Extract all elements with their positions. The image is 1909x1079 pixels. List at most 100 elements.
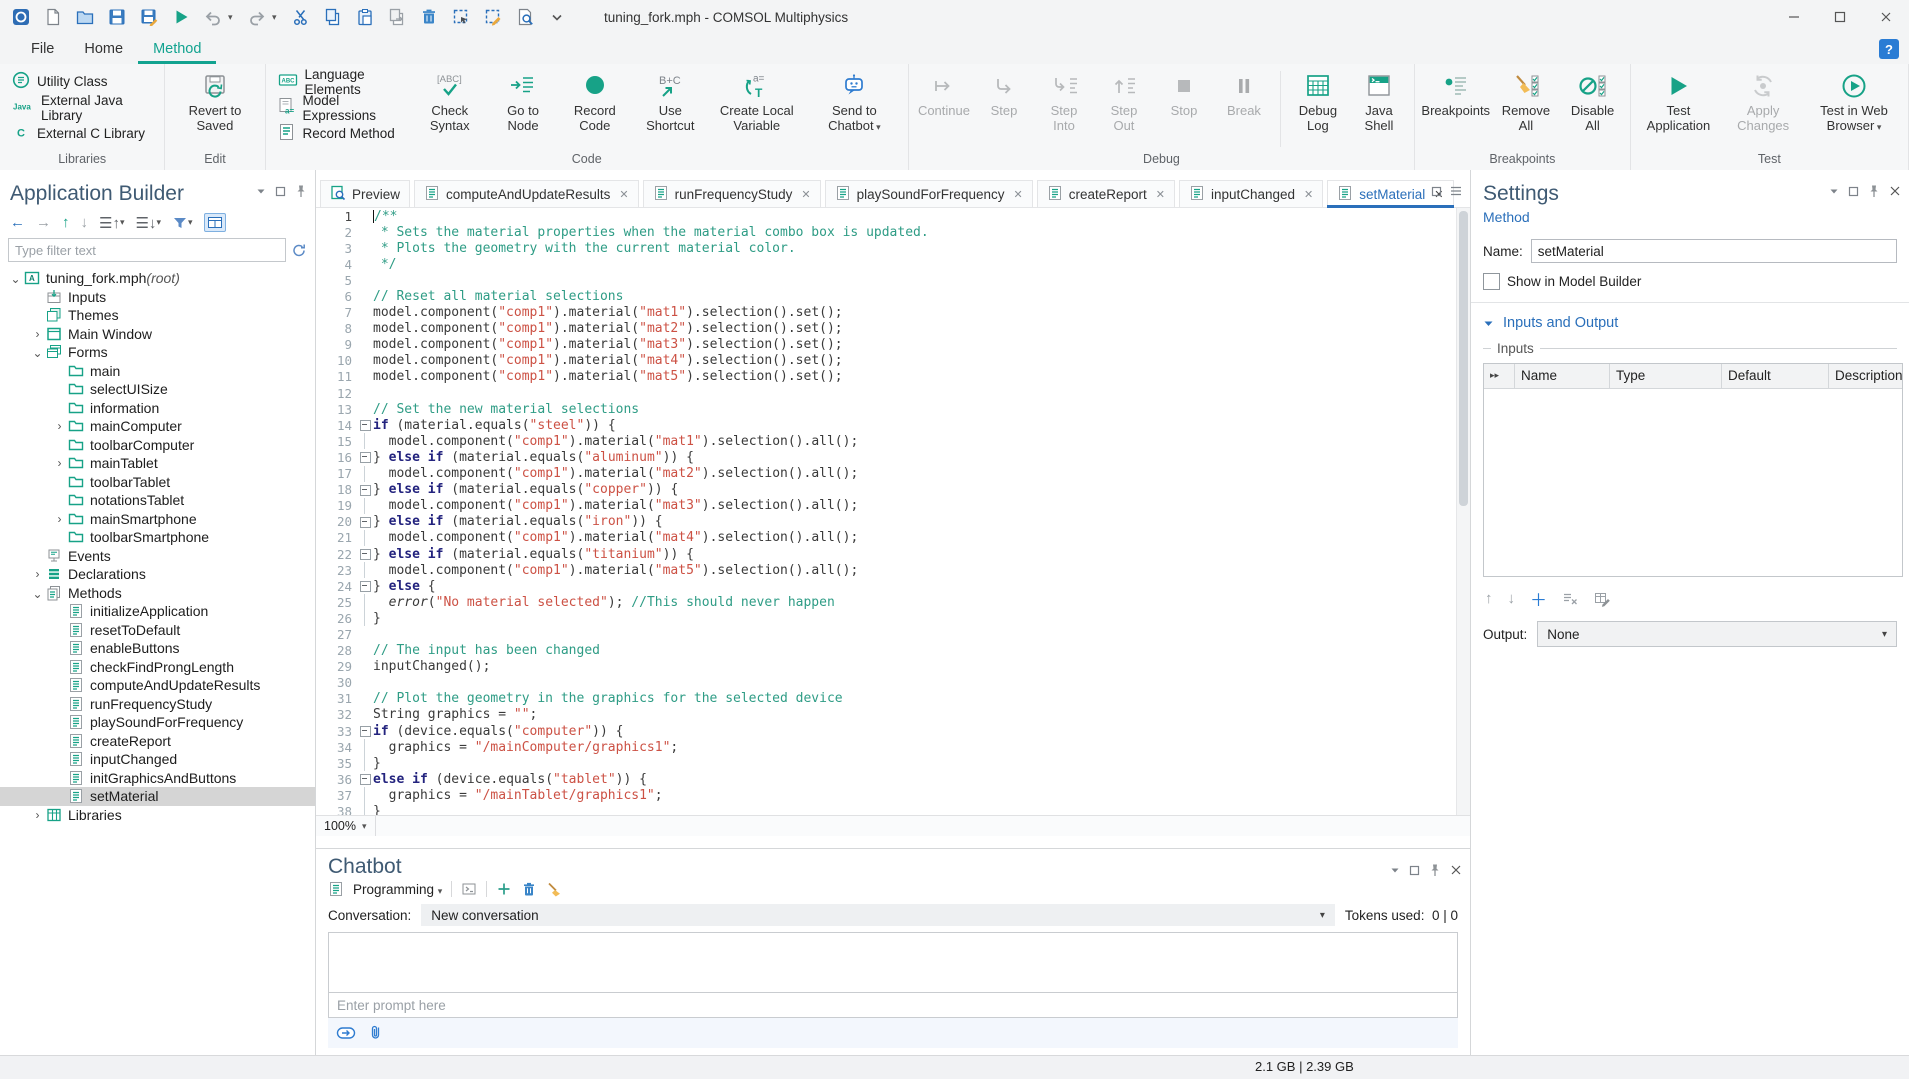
move-down-button[interactable]: ↓ — [81, 214, 89, 231]
save-as-icon[interactable] — [136, 4, 162, 30]
select-region-icon[interactable] — [448, 4, 474, 30]
tree-item-maincomputer[interactable]: ›mainComputer — [0, 417, 315, 436]
tree-item-declarations[interactable]: ›Declarations — [0, 565, 315, 584]
redo-dropdown-icon[interactable]: ▾ — [272, 12, 282, 23]
language-elements-button[interactable]: ABCLanguage Elements — [273, 70, 409, 93]
cut-icon[interactable] — [288, 4, 314, 30]
add-input-button[interactable]: ＋ — [1530, 586, 1547, 611]
prompt-input[interactable] — [329, 998, 1457, 1013]
close-panel-icon[interactable] — [1450, 864, 1462, 876]
fold-toggle-icon[interactable] — [357, 514, 373, 530]
maximize-button[interactable] — [1817, 0, 1863, 34]
tree-item-methods[interactable]: ⌄Methods — [0, 584, 315, 603]
record-method-button[interactable]: Record Method — [273, 122, 409, 145]
tree-item-main[interactable]: main — [0, 362, 315, 381]
tree-item-toolbarsmartphone[interactable]: toolbarSmartphone — [0, 528, 315, 547]
expander-icon[interactable]: › — [52, 514, 67, 524]
new-conversation-icon[interactable] — [496, 881, 512, 897]
send-to-chatbot-button[interactable]: Send to Chatbot ▾ — [806, 67, 903, 135]
tree-item-themes[interactable]: Themes — [0, 306, 315, 325]
fold-toggle-icon[interactable] — [357, 449, 373, 465]
pin-panel-icon[interactable] — [1868, 184, 1880, 198]
close-button[interactable] — [1863, 0, 1909, 34]
tab-list-icon[interactable] — [1450, 185, 1462, 197]
tree-item-notationstablet[interactable]: notationsTablet — [0, 491, 315, 510]
ribbon-tab-method[interactable]: Method — [138, 38, 216, 64]
inputs-and-output-section-header[interactable]: Inputs and Output — [1483, 315, 1897, 331]
forward-button[interactable]: → — [36, 214, 51, 231]
filter-button[interactable]: ▾ — [172, 215, 193, 230]
delete-input-icon[interactable] — [1562, 591, 1579, 606]
method-name-input[interactable] — [1531, 239, 1897, 263]
paste-icon[interactable] — [352, 4, 378, 30]
column-header-name[interactable]: Name — [1515, 364, 1610, 388]
tree-item-forms[interactable]: ⌄Forms — [0, 343, 315, 362]
editor-tab-computeandupdateresults[interactable]: computeAndUpdateResults✕ — [414, 180, 639, 207]
move-down-button[interactable]: ↓ — [1508, 590, 1516, 607]
clear-conversation-icon[interactable] — [546, 881, 562, 897]
tree-item-inputs[interactable]: Inputs — [0, 288, 315, 307]
redo-icon[interactable] — [244, 4, 270, 30]
go-to-node-button[interactable]: Go to Node — [489, 67, 556, 133]
utility-class-button[interactable]: Utility Class — [7, 70, 157, 93]
panel-menu-icon[interactable] — [1390, 865, 1400, 875]
check-syntax-button[interactable]: [ABC]Check Syntax — [410, 67, 489, 133]
model-expressions-button[interactable]: a=Model Expressions — [273, 96, 409, 119]
expander-icon[interactable]: ⌄ — [8, 274, 23, 284]
refresh-icon[interactable] — [291, 242, 307, 258]
column-header-description[interactable]: Description — [1829, 364, 1903, 388]
fold-toggle-icon[interactable] — [357, 482, 373, 498]
attach-file-icon[interactable] — [368, 1024, 384, 1042]
float-panel-icon[interactable] — [1409, 865, 1420, 876]
move-up-button[interactable]: ↑ — [1485, 590, 1493, 607]
java-shell-button[interactable]: Java Shell — [1349, 67, 1409, 133]
delete-conversation-icon[interactable] — [521, 881, 537, 897]
debug-log-button[interactable]: Debug Log — [1287, 67, 1349, 133]
close-tab-icon[interactable]: ✕ — [801, 188, 810, 201]
expand-all-button[interactable]: ☰↑▾ — [99, 214, 124, 232]
tree-item-checkfindpronglength[interactable]: checkFindProngLength — [0, 658, 315, 677]
use-shortcut-button[interactable]: B+CUse Shortcut — [633, 67, 708, 133]
close-panel-icon[interactable] — [1889, 185, 1901, 197]
tree-item-tuning-fork-mph[interactable]: ⌄Atuning_fork.mph (root) — [0, 269, 315, 288]
tree-item-selectuisize[interactable]: selectUISize — [0, 380, 315, 399]
console-icon[interactable] — [461, 881, 477, 897]
show-grid-toggle[interactable] — [204, 213, 226, 232]
tree-item-libraries[interactable]: ›Libraries — [0, 806, 315, 825]
help-button[interactable]: ? — [1879, 39, 1899, 59]
editor-tab-playsoundforfrequency[interactable]: playSoundForFrequency✕ — [825, 180, 1033, 207]
tree-item-mainsmartphone[interactable]: ›mainSmartphone — [0, 510, 315, 529]
record-code-button[interactable]: Record Code — [557, 67, 633, 133]
editor-zoom-control[interactable]: 100% ▾ — [316, 816, 376, 836]
tree-item-createreport[interactable]: createReport — [0, 732, 315, 751]
column-header-default[interactable]: Default — [1722, 364, 1829, 388]
external-c-library-button[interactable]: CExternal C Library — [7, 122, 157, 145]
run-application-icon[interactable] — [168, 4, 194, 30]
ribbon-tab-home[interactable]: Home — [69, 38, 138, 64]
save-icon[interactable] — [104, 4, 130, 30]
tree-item-information[interactable]: information — [0, 399, 315, 418]
revert-to-saved-button[interactable]: Revert to Saved — [170, 67, 259, 133]
panel-menu-icon[interactable] — [1829, 186, 1839, 196]
editor-tab-inputchanged[interactable]: inputChanged✕ — [1179, 180, 1323, 207]
tree-item-playsoundforfrequency[interactable]: playSoundForFrequency — [0, 713, 315, 732]
tree-item-runfrequencystudy[interactable]: runFrequencyStudy — [0, 695, 315, 714]
undo-dropdown-icon[interactable]: ▾ — [228, 12, 238, 23]
tree-item-main-window[interactable]: ›Main Window — [0, 325, 315, 344]
pin-panel-icon[interactable] — [1429, 863, 1441, 877]
tree-item-events[interactable]: Events — [0, 547, 315, 566]
tree-item-resettodefault[interactable]: resetToDefault — [0, 621, 315, 640]
expander-icon[interactable]: › — [30, 569, 45, 579]
duplicate-icon[interactable] — [384, 4, 410, 30]
expander-icon[interactable]: › — [52, 458, 67, 468]
tree-item-toolbarcomputer[interactable]: toolbarComputer — [0, 436, 315, 455]
float-panel-icon[interactable] — [1848, 186, 1859, 197]
tree-item-computeandupdateresults[interactable]: computeAndUpdateResults — [0, 676, 315, 695]
maximize-editor-icon[interactable] — [1431, 185, 1442, 197]
table-header-expander-icon[interactable]: ▸▸ — [1484, 364, 1515, 388]
toolbar-overflow-icon[interactable] — [544, 4, 570, 30]
tree-item-enablebuttons[interactable]: enableButtons — [0, 639, 315, 658]
undo-icon[interactable] — [200, 4, 226, 30]
fold-toggle-icon[interactable] — [357, 578, 373, 594]
open-file-icon[interactable] — [72, 4, 98, 30]
